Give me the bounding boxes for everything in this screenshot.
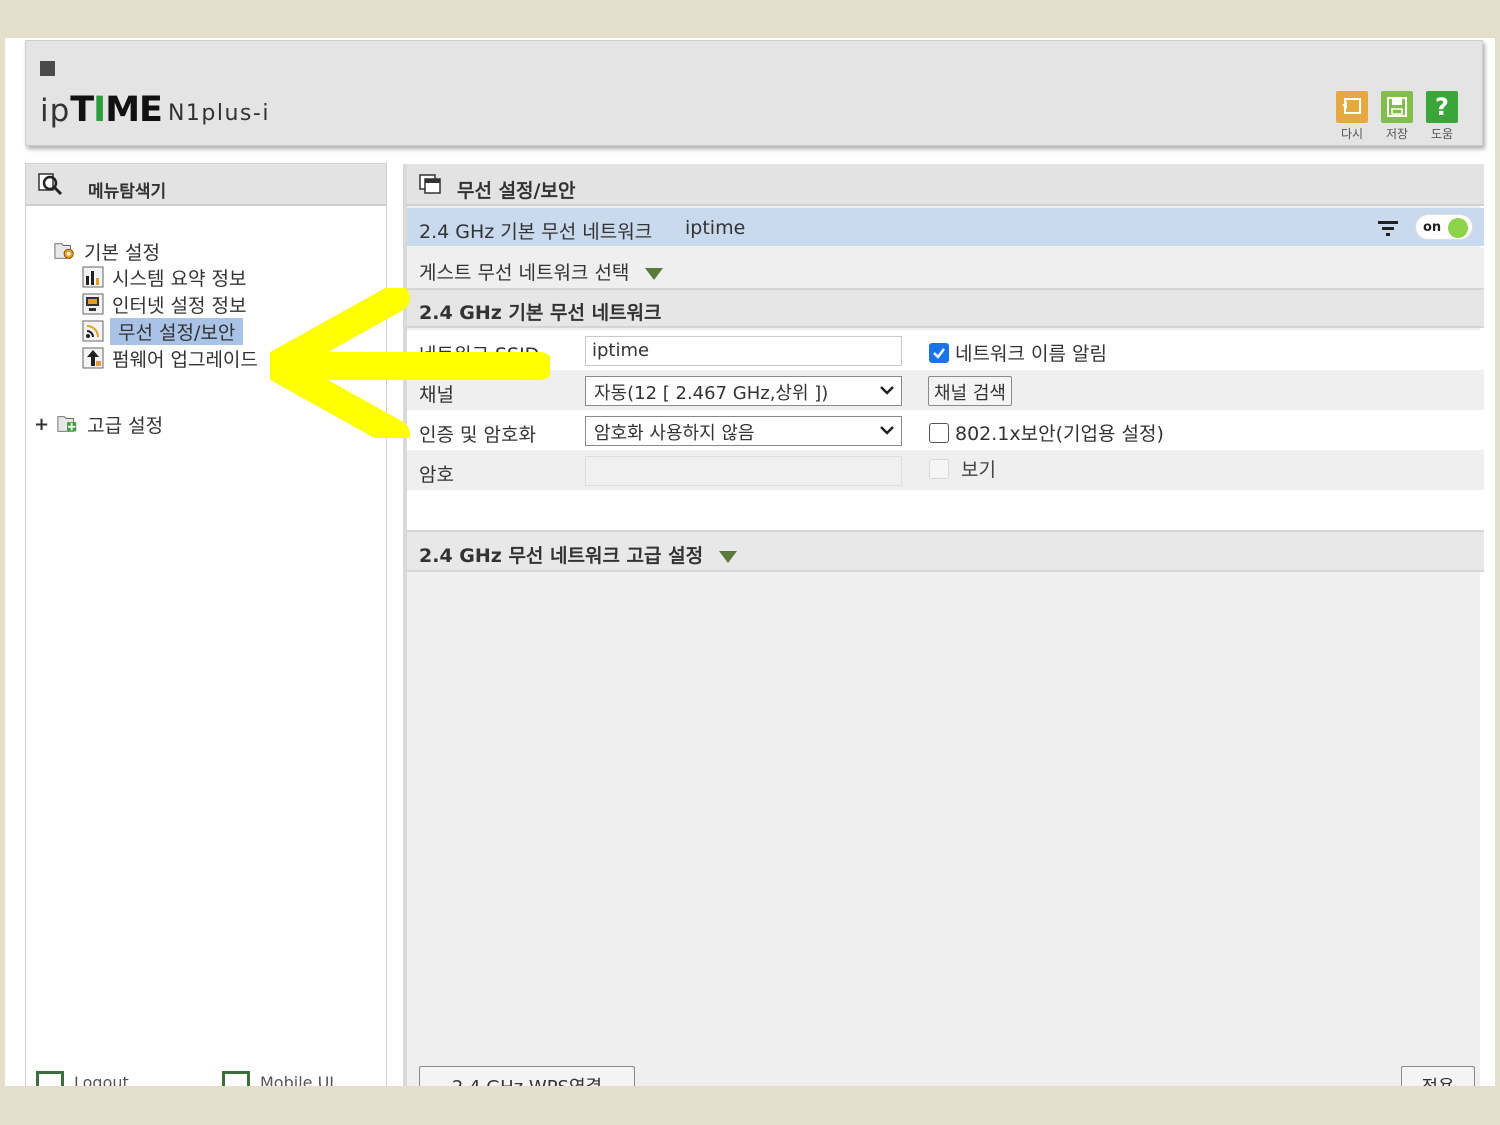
folder-plus-icon	[57, 413, 79, 435]
undo-label: 다시	[1340, 127, 1364, 141]
header: ip TIME N1plus-i 다시 저장 ? 도움	[25, 40, 1483, 146]
logo: ip TIME N1plus-i	[40, 89, 270, 129]
tree-group-advanced[interactable]: + 고급 설정	[34, 411, 163, 437]
broadcast-ssid-checkbox[interactable]: 네트워크 이름 알림	[929, 339, 1107, 366]
guest-network-select[interactable]: 게스트 무선 네트워크 선택	[407, 248, 1484, 288]
password-row: 암호 보기	[407, 450, 1484, 490]
logo-me: ME	[105, 90, 163, 130]
browser-frame: ip TIME N1plus-i 다시 저장 ? 도움 메뉴탐색기 기본 설정 …	[5, 38, 1495, 1086]
checkbox-disabled-icon	[929, 458, 949, 479]
logout-icon	[36, 1071, 64, 1086]
menu-explorer-header: 메뉴탐색기	[26, 164, 386, 206]
auth-select[interactable]: 암호화 사용하지 않음	[585, 416, 902, 446]
save-button[interactable]: 저장	[1379, 91, 1415, 142]
dropdown-triangle-icon	[645, 267, 664, 280]
checkbox-unchecked-icon	[929, 422, 949, 443]
toggle-label: on	[1423, 220, 1442, 235]
checkbox-checked-icon	[929, 342, 949, 363]
help-label: 도움	[1430, 127, 1454, 141]
show-password-label: 보기	[961, 459, 996, 481]
section-header: 2.4 GHz 기본 무선 네트워크	[407, 288, 1484, 328]
auth-row: 인증 및 암호화 암호화 사용하지 않음 802.1x보안(기업용 설정)	[407, 410, 1484, 450]
window-copy-icon	[419, 174, 443, 200]
chevron-down-icon	[879, 380, 895, 405]
save-label: 저장	[1385, 127, 1409, 141]
ssid-input[interactable]: iptime	[585, 336, 902, 366]
sidebar-item-label: 인터넷 설정 정보	[112, 294, 247, 317]
toggle-knob	[1448, 218, 1468, 238]
menu-explorer-title: 메뉴탐색기	[88, 182, 167, 202]
channel-row: 채널 자동(12 [ 2.467 GHz,상위 ]) 채널 검색	[407, 370, 1484, 410]
network-bar[interactable]: 2.4 GHz 기본 무선 네트워크 iptime on	[407, 208, 1484, 246]
wifi-icon	[82, 320, 104, 342]
guest-network-text: 게스트 무선 네트워크 선택	[419, 262, 630, 284]
logout-label: Logout	[74, 1072, 129, 1087]
chevron-down-icon	[879, 420, 895, 445]
model-name: N1plus-i	[167, 101, 270, 126]
filter-icon[interactable]	[1377, 218, 1399, 242]
channel-scan-button[interactable]: 채널 검색	[928, 376, 1012, 406]
auth-value: 암호화 사용하지 않음	[594, 423, 755, 444]
help-icon: ?	[1426, 91, 1458, 123]
sidebar-item-label: 시스템 요약 정보	[112, 267, 247, 290]
sidebar-item-firmware-upgrade[interactable]: 펌웨어 업그레이드	[82, 345, 258, 371]
broadcast-ssid-label: 네트워크 이름 알림	[955, 343, 1107, 365]
chart-icon	[82, 266, 104, 288]
sidebar-item-label: 펌웨어 업그레이드	[112, 348, 258, 371]
mobile-ui-link[interactable]: Mobile UI	[222, 1071, 334, 1086]
logo-t: T	[70, 90, 94, 130]
window-square-icon	[40, 61, 55, 76]
ssid-row: 네트워크 SSID iptime 네트워크 이름 알림	[407, 330, 1484, 370]
password-label: 암호	[419, 464, 454, 486]
yellow-arrow-annotation	[270, 288, 550, 438]
logo-time: TIME	[70, 90, 163, 130]
advanced-settings-label: 2.4 GHz 무선 네트워크 고급 설정	[419, 541, 738, 568]
enterprise-security-label: 802.1x보안(기업용 설정)	[955, 423, 1164, 445]
undo-button[interactable]: 다시	[1334, 91, 1370, 142]
tree-group-advanced-label: 고급 설정	[87, 414, 164, 437]
monitor-icon	[82, 293, 104, 315]
advanced-settings-text: 2.4 GHz 무선 네트워크 고급 설정	[419, 545, 704, 567]
sidebar-item-label: 무선 설정/보안	[110, 317, 244, 345]
logo-ip: ip	[40, 93, 71, 129]
search-icon	[38, 172, 64, 202]
main-panel: 무선 설정/보안 2.4 GHz 기본 무선 네트워크 iptime on 게스…	[403, 164, 1484, 1086]
guest-network-label: 게스트 무선 네트워크 선택	[419, 258, 664, 285]
mobile-ui-label: Mobile UI	[260, 1072, 334, 1087]
main-panel-header: 무선 설정/보안	[407, 164, 1484, 206]
logo-i: I	[93, 90, 106, 130]
apply-button[interactable]: 적용	[1401, 1066, 1475, 1086]
channel-select[interactable]: 자동(12 [ 2.467 GHz,상위 ])	[585, 376, 902, 406]
password-input[interactable]	[585, 456, 902, 486]
show-password-checkbox[interactable]: 보기	[929, 455, 996, 482]
tree-group-basic[interactable]: 기본 설정	[54, 238, 160, 264]
folder-gear-icon	[54, 240, 76, 262]
advanced-settings-toggle[interactable]: 2.4 GHz 무선 네트워크 고급 설정	[407, 530, 1484, 572]
spacer-row	[407, 490, 1484, 530]
wps-connect-button[interactable]: 2.4 GHz WPS연결	[419, 1066, 635, 1086]
wireless-toggle[interactable]: on	[1415, 214, 1473, 240]
enterprise-security-checkbox[interactable]: 802.1x보안(기업용 설정)	[929, 419, 1164, 446]
logout-link[interactable]: Logout	[36, 1071, 129, 1086]
channel-value: 자동(12 [ 2.467 GHz,상위 ])	[594, 383, 829, 404]
undo-icon	[1336, 91, 1368, 123]
expand-toggle[interactable]: +	[34, 414, 49, 435]
sidebar-item-internet-info[interactable]: 인터넷 설정 정보	[82, 291, 246, 317]
mobile-ui-icon	[222, 1071, 250, 1086]
upgrade-icon	[82, 347, 104, 369]
page-title: 무선 설정/보안	[457, 180, 576, 202]
sidebar-item-wireless-security[interactable]: 무선 설정/보안	[82, 317, 244, 345]
network-bar-label: 2.4 GHz 기본 무선 네트워크	[419, 221, 653, 243]
tree-group-basic-label: 기본 설정	[84, 241, 160, 264]
help-button[interactable]: ? 도움	[1424, 91, 1460, 142]
save-icon	[1381, 91, 1413, 123]
sidebar-item-system-summary[interactable]: 시스템 요약 정보	[82, 264, 246, 290]
network-bar-ssid: iptime	[685, 217, 746, 239]
dropdown-triangle-icon	[719, 550, 738, 563]
